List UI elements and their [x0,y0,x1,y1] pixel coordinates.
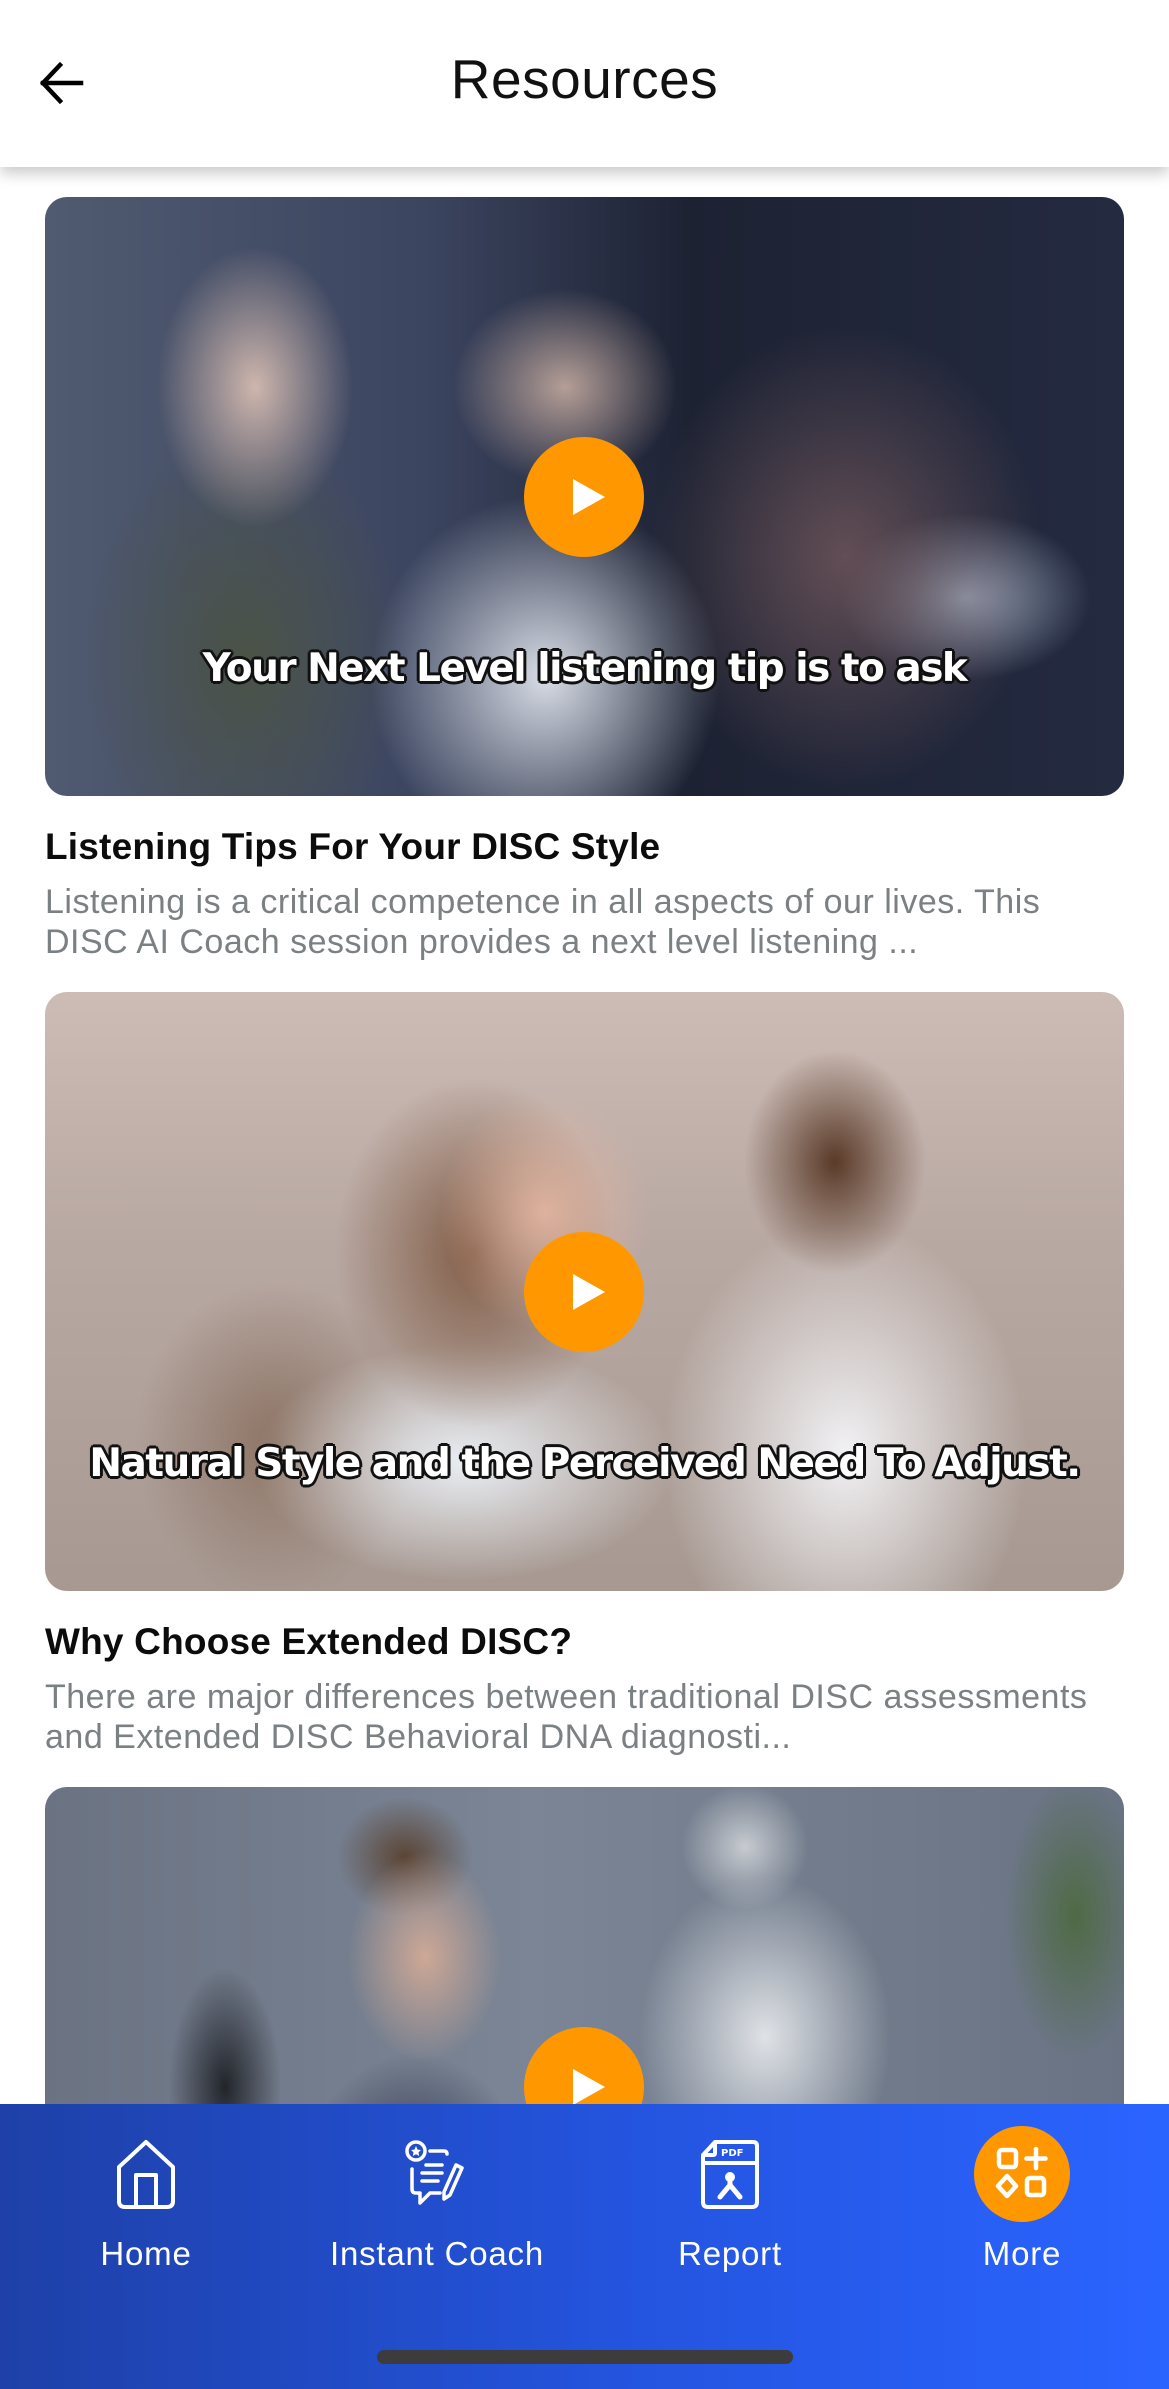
video-thumbnail[interactable] [45,1787,1124,2104]
video-thumbnail[interactable]: Your Next Level listening tip is to ask [45,197,1124,796]
svg-text:PDF: PDF [721,2148,743,2159]
video-thumbnail[interactable]: Natural Style and the Perceived Need To … [45,992,1124,1591]
resource-title[interactable]: Why Choose Extended DISC? [45,1619,1124,1665]
pdf-report-icon: PDF [701,2140,759,2209]
resources-screen: Resources Your Next Level listening tip … [0,0,1169,2389]
nav-label: Report [678,2235,782,2272]
thumbnail-caption: Natural Style and the Perceived Need To … [89,1441,1081,1486]
resource-card: Natural Style and the Perceived Need To … [45,992,1124,1757]
more-apps-icon [995,2146,1048,2199]
resource-card: Your Next Level listening tip is to ask … [45,197,1124,962]
nav-label: Instant Coach [329,2235,545,2272]
home-indicator[interactable] [377,2350,793,2364]
play-icon [573,1274,605,1310]
resource-description: Listening is a critical competence in al… [45,883,1041,961]
resource-card [45,1787,1124,2104]
resource-title[interactable]: Listening Tips For Your DISC Style [45,824,1124,870]
bottom-nav: Home Instant Coach PDF Report More [0,2104,1169,2389]
home-icon [117,2140,175,2209]
nav-item-more[interactable]: More [892,2126,1152,2276]
app-header: Resources [0,0,1169,167]
play-icon [573,2069,605,2104]
resource-list[interactable]: Your Next Level listening tip is to ask … [0,167,1169,2104]
page-title: Resources [450,48,719,110]
play-button[interactable] [524,1232,644,1352]
nav-item-report[interactable]: PDF Report [600,2126,860,2276]
coach-chat-icon [405,2140,464,2205]
nav-label: Home [100,2235,192,2272]
nav-item-instant-coach[interactable]: Instant Coach [307,2126,567,2276]
thumbnail-caption: Your Next Level listening tip is to ask [202,646,968,691]
play-icon [573,479,605,515]
nav-label: More [982,2235,1062,2272]
play-button[interactable] [524,437,644,557]
nav-item-home[interactable]: Home [16,2126,276,2276]
resource-description: There are major differences between trad… [45,1678,1088,1756]
